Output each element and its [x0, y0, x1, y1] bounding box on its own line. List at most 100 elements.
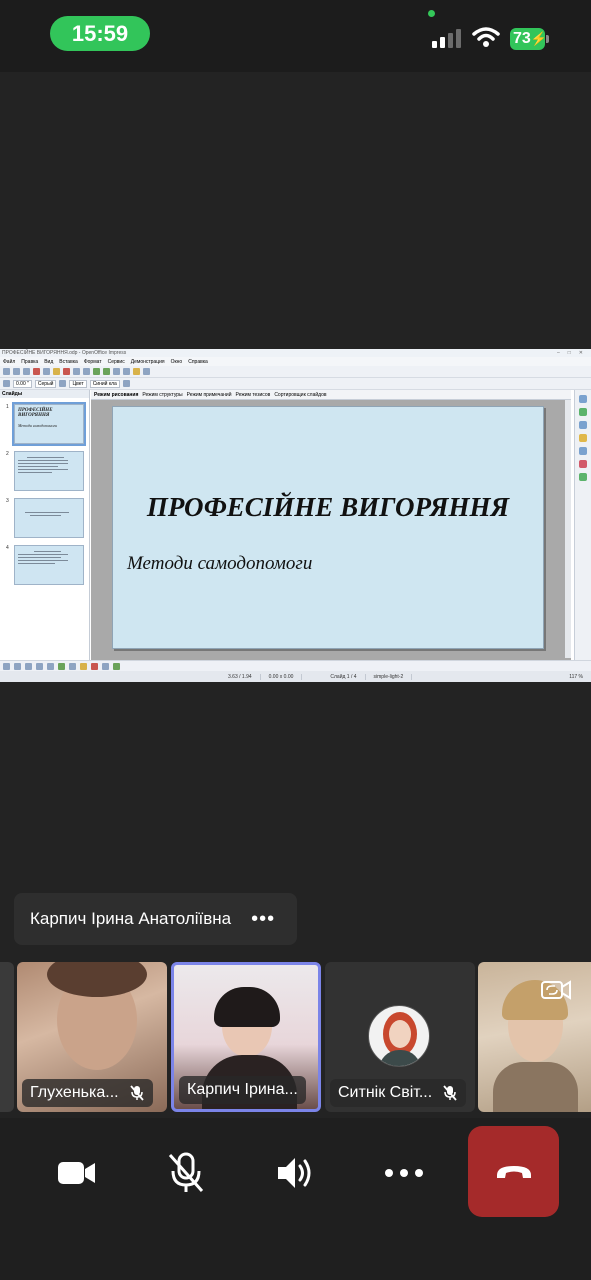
tab-outline-view: Режим структуры: [142, 391, 183, 398]
text-icon: [47, 662, 54, 670]
redo-icon: [103, 368, 110, 375]
stars-icon: [80, 662, 87, 670]
sidebar-tools: [574, 390, 591, 660]
slide-thumbnail: 4: [4, 545, 86, 585]
fill-type-field: Цвет: [69, 379, 87, 388]
image-icon: [102, 662, 109, 670]
pdf-icon: [33, 368, 40, 375]
minimize-icon: –: [556, 350, 560, 356]
properties-icon: [579, 395, 587, 403]
active-speaker-banner[interactable]: Карпич Ірина Анатоліївна •••: [14, 893, 297, 945]
mic-off-icon: [443, 1085, 457, 1101]
more-icon: [385, 1169, 423, 1177]
active-speaker-name: Карпич Ірина Анатоліївна: [30, 909, 232, 928]
shapes-icon: [69, 662, 76, 670]
tab-drawing-view: Режим рисования: [94, 391, 139, 398]
menu-tools: Сервис: [107, 358, 125, 365]
close-icon: ✕: [578, 350, 583, 356]
select-icon: [3, 662, 10, 670]
end-call-button[interactable]: [468, 1126, 559, 1217]
participant-name-tag: Карпич Ірина...: [179, 1076, 306, 1104]
styles-icon: [579, 434, 587, 442]
menu-slideshow: Демонстрация: [130, 358, 165, 365]
help-icon: [143, 368, 150, 375]
more-options-button[interactable]: [359, 1128, 449, 1218]
spellcheck-icon: [53, 368, 60, 375]
speaker-toggle-button[interactable]: [250, 1128, 340, 1218]
cellular-signal-icon: [432, 29, 461, 48]
current-slide: ПРОФЕСІЙНЕ ВИГОРЯННЯ Методи самодопомоги: [112, 406, 544, 649]
participant-name-tag: Ситнік Світ...: [330, 1079, 467, 1107]
transition-icon: [579, 473, 587, 481]
mute-toggle-button[interactable]: [141, 1128, 231, 1218]
camera-in-use-indicator: [428, 10, 435, 17]
maximize-icon: □: [567, 350, 571, 356]
line-icon: [14, 662, 21, 670]
print-icon: [43, 368, 50, 375]
self-view-tile[interactable]: [478, 962, 591, 1112]
video-camera-icon: [58, 1162, 95, 1184]
ellipse-icon: [36, 662, 43, 670]
cut-icon: [63, 368, 70, 375]
slides-panel: Слайды 1 ПРОФЕСІЙНЕ ВИГОРЯННЯ Методи сам…: [0, 390, 90, 660]
open-icon: [13, 368, 20, 375]
status-time: 15:59: [50, 16, 150, 51]
participant-name: Глухенька...: [30, 1084, 119, 1101]
app-workspace: Слайды 1 ПРОФЕСІЙНЕ ВИГОРЯННЯ Методи сам…: [0, 390, 591, 660]
call-controls-bar: [0, 1118, 591, 1280]
chart-icon: [113, 368, 120, 375]
slide-thumbnail: 1 ПРОФЕСІЙНЕ ВИГОРЯННЯ Методи самодопомо…: [4, 402, 86, 446]
vertical-scrollbar: [565, 400, 571, 658]
extrusion-icon: [113, 662, 120, 670]
slides-panel-title: Слайды: [0, 390, 89, 398]
app-menu-bar: Файл Правка Вид Вставка Формат Сервис Де…: [0, 357, 591, 366]
shadow-icon: [122, 380, 130, 387]
tab-slide-sorter: Сортировщик слайдов: [274, 391, 327, 398]
table-icon: [123, 368, 130, 375]
participant-name: Карпич Ірина...: [187, 1081, 298, 1098]
menu-edit: Правка: [21, 358, 39, 365]
speaker-icon: [278, 1158, 311, 1188]
end-call-icon: [496, 1165, 531, 1178]
mic-off-icon: [129, 1085, 144, 1101]
tab-handout-view: Режим тезисов: [235, 391, 271, 398]
cursor-position: 3.63 / 1.94: [220, 673, 261, 680]
slide-thumbnail: 3: [4, 498, 86, 538]
line-color-field: Серый: [34, 379, 57, 388]
more-icon[interactable]: •••: [251, 908, 275, 931]
avatar: [368, 1005, 430, 1067]
slide-counter: Слайд 1 / 4: [322, 673, 366, 680]
menu-file: Файл: [3, 358, 16, 365]
line-style-icon: [3, 380, 10, 387]
switch-camera-icon[interactable]: [540, 976, 572, 1004]
slide-thumbnail: 2: [4, 451, 86, 491]
animation-icon: [579, 460, 587, 468]
fontwork-icon: [91, 662, 98, 670]
mic-off-icon: [168, 1152, 204, 1192]
participant-tile[interactable]: Глухенька...: [17, 962, 167, 1112]
menu-help: Справка: [188, 358, 208, 365]
app-window-title: ПРОФЕСІЙНЕ ВИГОРЯННЯ.odp - OpenOffice Im…: [2, 350, 127, 356]
slide-editing-area: Режим рисования Режим структуры Режим пр…: [91, 390, 571, 660]
participant-tile[interactable]: [0, 962, 14, 1112]
menu-view: Вид: [44, 358, 54, 365]
video-toggle-button[interactable]: [32, 1128, 122, 1218]
charging-bolt-icon: ⚡: [530, 31, 547, 46]
status-bar: 15:59 73⚡: [0, 0, 591, 72]
slide-subtitle: Методи самодопомоги: [127, 553, 313, 574]
zoom-level: 117 %: [569, 673, 583, 680]
paste-icon: [83, 368, 90, 375]
wifi-icon: [472, 27, 500, 47]
line-fill-toolbar: 0.00 " Серый Цвет Синий кла: [0, 378, 591, 390]
gallery-icon: [579, 408, 587, 416]
participant-tile[interactable]: Ситнік Світ...: [325, 962, 475, 1112]
standard-toolbar: [0, 366, 591, 378]
navigator-icon: [133, 368, 140, 375]
navigator-icon: [579, 421, 587, 429]
participant-name-tag: Глухенька...: [22, 1079, 153, 1107]
rectangle-icon: [25, 662, 32, 670]
menu-window: Окно: [170, 358, 183, 365]
participant-tile-active[interactable]: Карпич Ірина...: [171, 962, 321, 1112]
shared-screen: ПРОФЕСІЙНЕ ВИГОРЯННЯ.odp - OpenOffice Im…: [0, 349, 591, 682]
copy-icon: [73, 368, 80, 375]
